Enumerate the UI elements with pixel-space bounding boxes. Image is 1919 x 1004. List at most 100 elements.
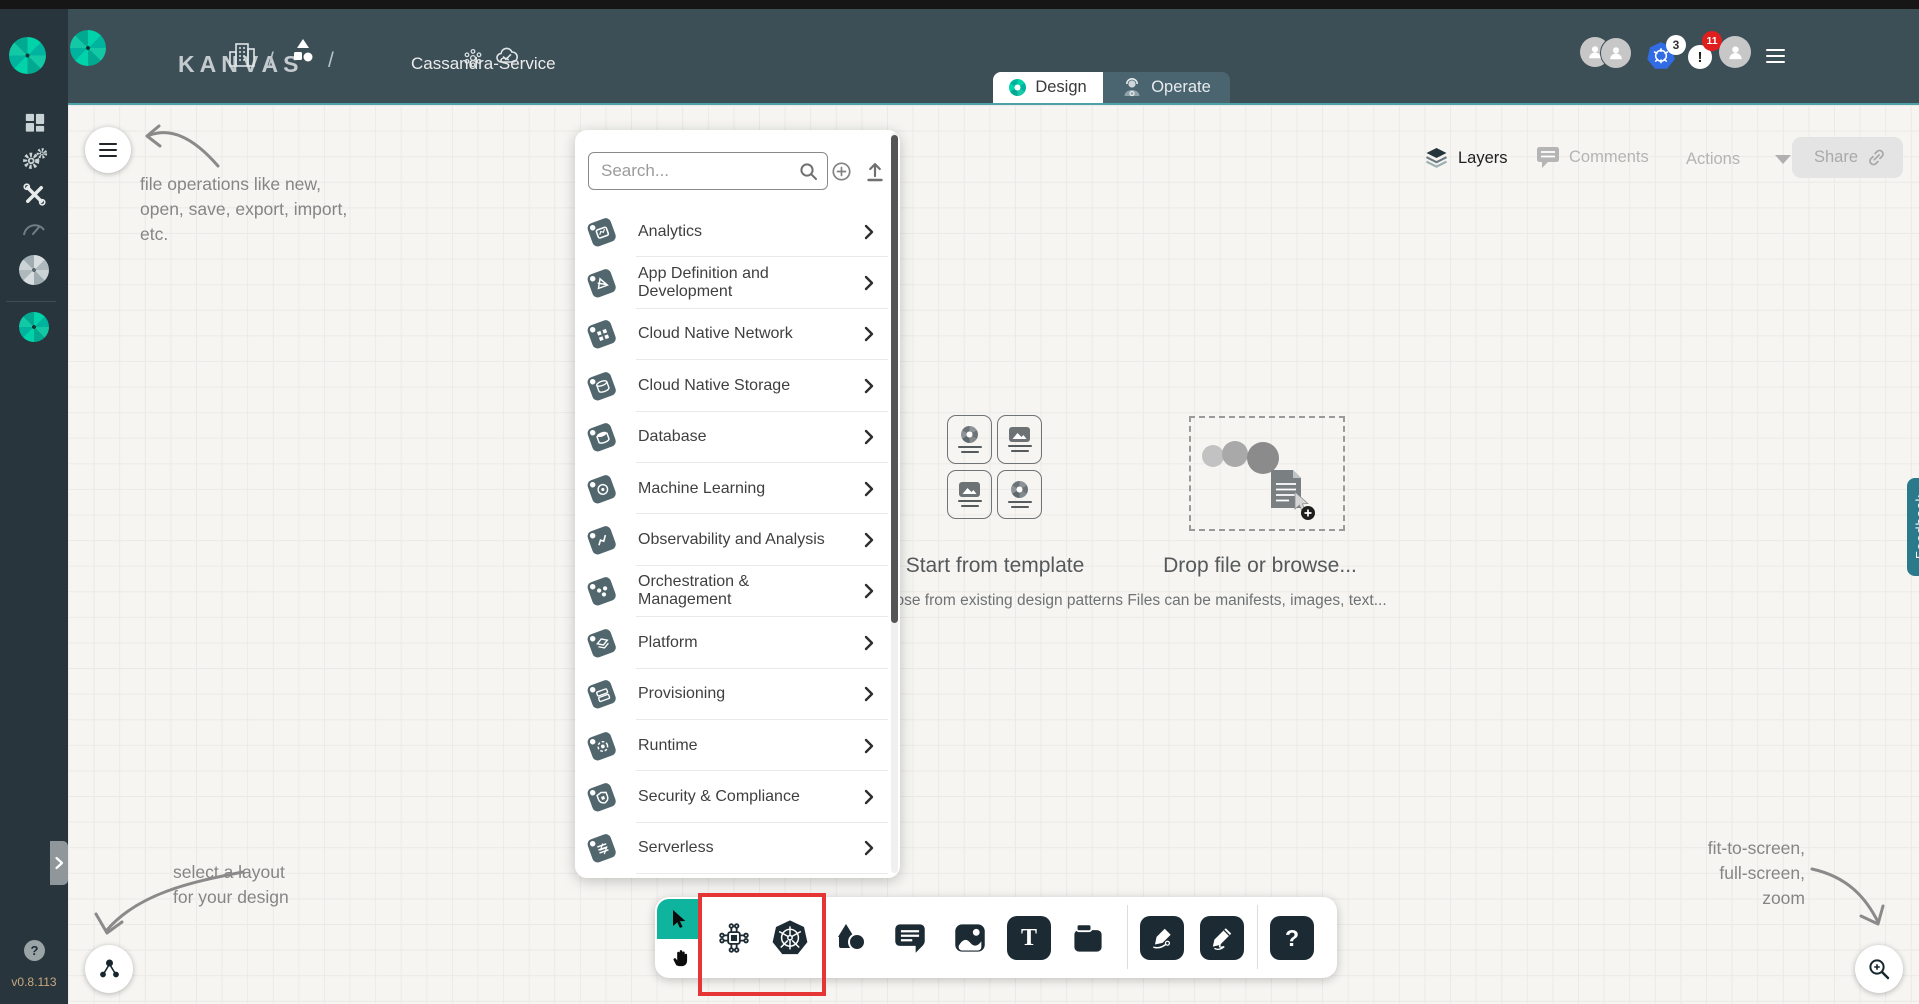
category-row-analytics[interactable]: Analytics xyxy=(575,206,900,257)
component-tool[interactable] xyxy=(712,916,756,960)
category-row-orchestration[interactable]: Orchestration & Management xyxy=(575,566,900,617)
performance-gauge-icon[interactable] xyxy=(0,219,68,239)
category-row-database[interactable]: Database xyxy=(575,412,900,463)
menu-icon xyxy=(99,140,117,161)
chevron-right-icon[interactable] xyxy=(864,378,874,394)
organization-icon[interactable] xyxy=(227,40,257,68)
panel-scrollbar[interactable] xyxy=(891,133,898,873)
actions-menu[interactable]: Actions xyxy=(1686,150,1791,169)
text-line xyxy=(1011,450,1029,452)
tab-design[interactable]: Design xyxy=(993,72,1103,103)
layout-button[interactable] xyxy=(85,945,133,993)
category-row-serverless[interactable]: Serverless xyxy=(575,823,900,874)
chevron-right-icon[interactable] xyxy=(864,840,874,856)
category-row-machine-learning[interactable]: Machine Learning xyxy=(575,463,900,514)
text-line xyxy=(961,505,979,507)
canvas-menu-button[interactable] xyxy=(85,127,131,173)
freehand-tool[interactable] xyxy=(1200,916,1244,960)
layers-toggle[interactable]: Layers xyxy=(1424,146,1508,170)
breadcrumb-separator: / xyxy=(328,49,334,73)
chevron-right-icon[interactable] xyxy=(864,224,874,240)
chevron-right-icon[interactable] xyxy=(864,429,874,445)
category-row-runtime[interactable]: Runtime xyxy=(575,720,900,771)
template-title[interactable]: Start from template xyxy=(906,554,1085,578)
category-row-cloud-native-network[interactable]: Cloud Native Network xyxy=(575,309,900,360)
scrollbar-thumb[interactable] xyxy=(891,135,898,623)
kubernetes-icon xyxy=(771,919,809,957)
comment-tool[interactable] xyxy=(888,916,932,960)
user-avatar[interactable] xyxy=(1719,36,1751,68)
divider xyxy=(6,301,56,302)
sidebar-expander[interactable] xyxy=(50,841,68,885)
text-tool[interactable]: T xyxy=(1007,916,1051,960)
workspace-shapes-icon[interactable] xyxy=(291,38,315,66)
category-tag-icon xyxy=(583,829,619,867)
cloud-sync-icon[interactable] xyxy=(495,45,519,67)
pan-tool[interactable] xyxy=(657,939,700,976)
toolbox-icon[interactable] xyxy=(0,181,68,208)
comments-toggle[interactable]: Comments xyxy=(1536,146,1649,169)
meshery-logo-icon[interactable] xyxy=(9,37,46,74)
zoom-button[interactable] xyxy=(1855,945,1903,993)
freehand-pen-icon xyxy=(1209,925,1235,951)
cursor-icon xyxy=(669,908,689,930)
kubernetes-tool[interactable] xyxy=(768,916,812,960)
dashboard-icon[interactable] xyxy=(0,109,68,136)
chevron-right-icon[interactable] xyxy=(864,481,874,497)
sidebar-item-kanvas[interactable] xyxy=(0,312,68,342)
help-button[interactable]: ? xyxy=(24,940,45,961)
header-menu-icon[interactable] xyxy=(1766,45,1785,67)
chevron-right-icon[interactable] xyxy=(864,635,874,651)
category-row-partial[interactable] xyxy=(575,874,900,878)
tab-operate[interactable]: Operate xyxy=(1103,72,1230,103)
chevron-right-icon[interactable] xyxy=(864,789,874,805)
category-row-observability[interactable]: Observability and Analysis xyxy=(575,514,900,565)
share-button[interactable]: Share xyxy=(1792,137,1903,178)
help-tool[interactable]: ? xyxy=(1270,916,1314,960)
text-line xyxy=(1011,506,1029,508)
template-subtitle: Choose from existing design patterns xyxy=(867,592,1123,610)
file-dropzone[interactable] xyxy=(1189,416,1345,531)
design-pattern-icon xyxy=(961,426,978,443)
category-tag-icon xyxy=(583,521,619,559)
category-label: Cloud Native Network xyxy=(638,325,845,343)
shapes-tool[interactable] xyxy=(829,916,873,960)
select-tool[interactable] xyxy=(657,899,700,939)
extensions-icon[interactable] xyxy=(0,255,68,285)
category-row-security[interactable]: Security & Compliance xyxy=(575,771,900,822)
note-tool[interactable] xyxy=(1066,916,1110,960)
chevron-right-icon[interactable] xyxy=(864,583,874,599)
search-input[interactable] xyxy=(588,152,828,190)
chevron-right-icon[interactable] xyxy=(864,275,874,291)
pen-tool[interactable] xyxy=(1140,916,1184,960)
add-component-icon[interactable] xyxy=(832,162,851,181)
chevron-right-icon[interactable] xyxy=(864,532,874,548)
template-card[interactable] xyxy=(997,470,1042,519)
category-row-provisioning[interactable]: Provisioning xyxy=(575,669,900,720)
category-tag-icon xyxy=(583,778,619,816)
settings-gears-icon[interactable] xyxy=(0,145,68,171)
chevron-right-icon[interactable] xyxy=(864,326,874,342)
category-list: Analytics App Definition and Development… xyxy=(575,206,900,878)
design-config-icon[interactable] xyxy=(463,48,483,68)
category-row-app-definition[interactable]: App Definition and Development xyxy=(575,257,900,308)
collaborator-avatar[interactable] xyxy=(1600,37,1632,69)
chevron-down-icon xyxy=(1775,155,1791,164)
image-tool[interactable] xyxy=(948,916,992,960)
dropzone-subtitle: Files can be manifests, images, text... xyxy=(1127,592,1386,610)
search-icon xyxy=(799,162,818,181)
template-card[interactable] xyxy=(947,470,992,519)
category-row-cloud-native-storage[interactable]: Cloud Native Storage xyxy=(575,360,900,411)
template-card[interactable] xyxy=(947,415,992,464)
image-icon xyxy=(959,482,980,497)
text-line xyxy=(961,451,979,453)
chevron-right-icon[interactable] xyxy=(864,686,874,702)
category-row-platform[interactable]: Platform xyxy=(575,617,900,668)
import-upload-icon[interactable] xyxy=(865,161,885,182)
image-icon xyxy=(1009,427,1030,442)
feedback-tab[interactable]: Feedback xyxy=(1907,478,1919,576)
chevron-right-icon[interactable] xyxy=(864,738,874,754)
dropzone-title[interactable]: Drop file or browse... xyxy=(1163,554,1357,578)
breadcrumb-design-name[interactable]: Cassandra-Service xyxy=(411,54,556,74)
template-card[interactable] xyxy=(997,415,1042,464)
